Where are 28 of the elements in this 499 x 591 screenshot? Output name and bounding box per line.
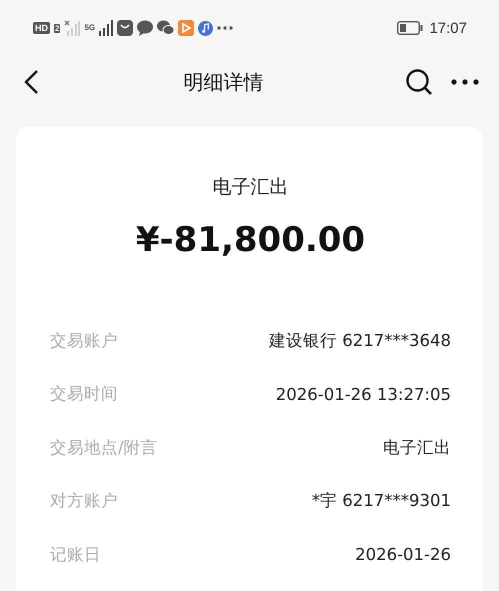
shopping-bag-icon [117,20,134,36]
transaction-type: 电子汇出 [212,175,290,200]
clock-time: 17:07 [429,20,467,36]
no-signal-icon [64,20,80,36]
detail-label: 交易时间 [50,383,118,406]
battery-icon [397,21,424,35]
page-title: 明细详情 [182,68,264,96]
detail-value: 电子汇出 [383,436,451,459]
detail-label: 记账日 [50,544,101,566]
hd-badge: HD [33,22,50,34]
detail-value: 建设银行 6217***3648 [269,330,451,352]
search-button[interactable] [405,68,433,96]
play-app-icon [178,20,194,36]
wechat-icon [157,20,174,36]
detail-label: 交易账户 [50,330,118,352]
more-button[interactable] [451,79,479,85]
detail-label: 交易地点/附言 [50,436,158,459]
more-notifications-icon [217,26,234,30]
detail-label: 对方账户 [50,490,118,512]
detail-value: 2026-01-26 13:27:05 [276,384,451,404]
detail-value: *宇 6217***9301 [312,490,451,512]
signal-icon [99,20,114,36]
music-icon [198,20,214,36]
sim-badge: 2 [54,24,60,32]
transaction-amount: ¥-81,800.00 [134,220,366,260]
detail-value: 2026-01-26 [355,545,451,564]
chat-bubble-icon [137,20,154,36]
network-label: 5G [84,24,96,32]
